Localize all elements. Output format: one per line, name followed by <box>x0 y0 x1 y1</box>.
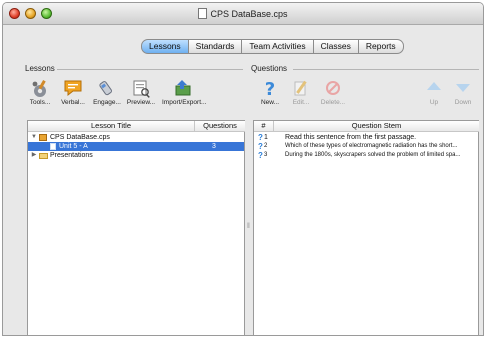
preview-icon <box>133 80 150 98</box>
tab-reports[interactable]: Reports <box>358 39 404 54</box>
tools-label: Tools... <box>29 99 51 106</box>
import-export-icon <box>175 80 191 96</box>
import-export-label: Import/Export... <box>162 99 207 106</box>
title-bar[interactable]: CPS DataBase.cps <box>3 3 483 25</box>
up-arrow-icon <box>427 82 441 90</box>
main-window: CPS DataBase.cps Lessons Standards Team … <box>2 2 484 336</box>
lesson-title: Presentations <box>50 152 93 159</box>
question-stem: Which of these types of electromagnetic … <box>285 143 458 149</box>
question-stem: During the 1800s, skyscrapers solved the… <box>285 152 461 158</box>
lesson-row-presentations[interactable]: ▶ Presentations <box>28 151 244 160</box>
main-tabs: Lessons Standards Team Activities Classe… <box>141 39 404 54</box>
verbal-icon <box>64 80 82 97</box>
delete-icon <box>326 81 340 95</box>
down-arrow-icon <box>456 84 470 92</box>
verbal-label: Verbal... <box>61 99 85 106</box>
lesson-row-database[interactable]: ▼ CPS DataBase.cps <box>28 133 244 142</box>
move-down-button[interactable]: Down <box>446 78 480 106</box>
questions-section-divider <box>293 69 479 70</box>
new-question-label: New... <box>260 99 280 106</box>
disclosure-collapsed-icon[interactable]: ▶ <box>30 151 38 160</box>
edit-icon <box>294 80 307 96</box>
lesson-icon <box>50 143 56 150</box>
tools-icon <box>32 80 46 97</box>
questions-section-label: Questions <box>251 64 288 73</box>
tab-team-activities[interactable]: Team Activities <box>242 39 314 54</box>
engage-icon <box>99 81 113 96</box>
delete-question-button[interactable]: Delete... <box>316 78 350 106</box>
question-row[interactable]: ? 2 Which of these types of electromagne… <box>254 142 478 151</box>
lesson-title: CPS DataBase.cps <box>50 134 110 141</box>
panel-splitter[interactable]: ‖ <box>247 223 251 233</box>
lesson-title: Unit 5 - A <box>59 143 88 150</box>
question-number: 3 <box>264 152 268 158</box>
tab-classes[interactable]: Classes <box>313 39 359 54</box>
questions-count-column-header[interactable]: Questions <box>195 121 245 132</box>
question-row[interactable]: ? 1 Read this sentence from the first pa… <box>254 133 478 142</box>
lessons-section-divider <box>57 69 243 70</box>
question-icon: ? <box>258 142 263 151</box>
lesson-question-count: 3 <box>212 143 216 150</box>
new-question-icon: ? <box>265 79 275 98</box>
verbal-button[interactable]: Verbal... <box>56 78 90 106</box>
number-column-header[interactable]: # <box>254 121 274 132</box>
folder-icon <box>39 153 48 159</box>
tools-button[interactable]: Tools... <box>23 78 57 106</box>
questions-list[interactable]: # Question Stem ? 1 Read this sentence f… <box>253 120 479 335</box>
question-number: 1 <box>264 134 268 141</box>
lesson-row-unit-5-a[interactable]: Unit 5 - A 3 <box>28 142 244 151</box>
new-question-button[interactable]: ? New... <box>253 78 287 106</box>
database-icon <box>39 134 47 141</box>
question-number: 2 <box>264 143 268 149</box>
question-row[interactable]: ? 3 During the 1800s, skyscrapers solved… <box>254 151 478 160</box>
preview-label: Preview... <box>126 99 156 106</box>
move-down-label: Down <box>454 99 472 106</box>
question-stem-column-header[interactable]: Question Stem <box>274 121 479 132</box>
svg-text:?: ? <box>265 79 275 98</box>
question-icon: ? <box>258 151 263 160</box>
lesson-title-column-header[interactable]: Lesson Title <box>28 121 195 132</box>
window-title-wrap: CPS DataBase.cps <box>3 8 483 19</box>
lessons-list[interactable]: Lesson Title Questions ▼ CPS DataBase.cp… <box>27 120 245 335</box>
edit-question-button[interactable]: Edit... <box>284 78 318 106</box>
lessons-section-label: Lessons <box>25 64 55 73</box>
tab-standards[interactable]: Standards <box>188 39 243 54</box>
question-stem: Read this sentence from the first passag… <box>285 134 417 141</box>
disclosure-expanded-icon[interactable]: ▼ <box>30 133 38 142</box>
delete-question-label: Delete... <box>320 99 346 106</box>
tab-lessons[interactable]: Lessons <box>141 39 189 54</box>
question-icon: ? <box>258 133 263 142</box>
document-icon <box>198 8 208 19</box>
window-title: CPS DataBase.cps <box>210 9 288 19</box>
engage-label: Engage... <box>93 99 121 106</box>
engage-button[interactable]: Engage... <box>90 78 124 106</box>
preview-button[interactable]: Preview... <box>124 78 158 106</box>
import-export-button[interactable]: Import/Export... <box>162 78 206 106</box>
edit-question-label: Edit... <box>292 99 310 106</box>
